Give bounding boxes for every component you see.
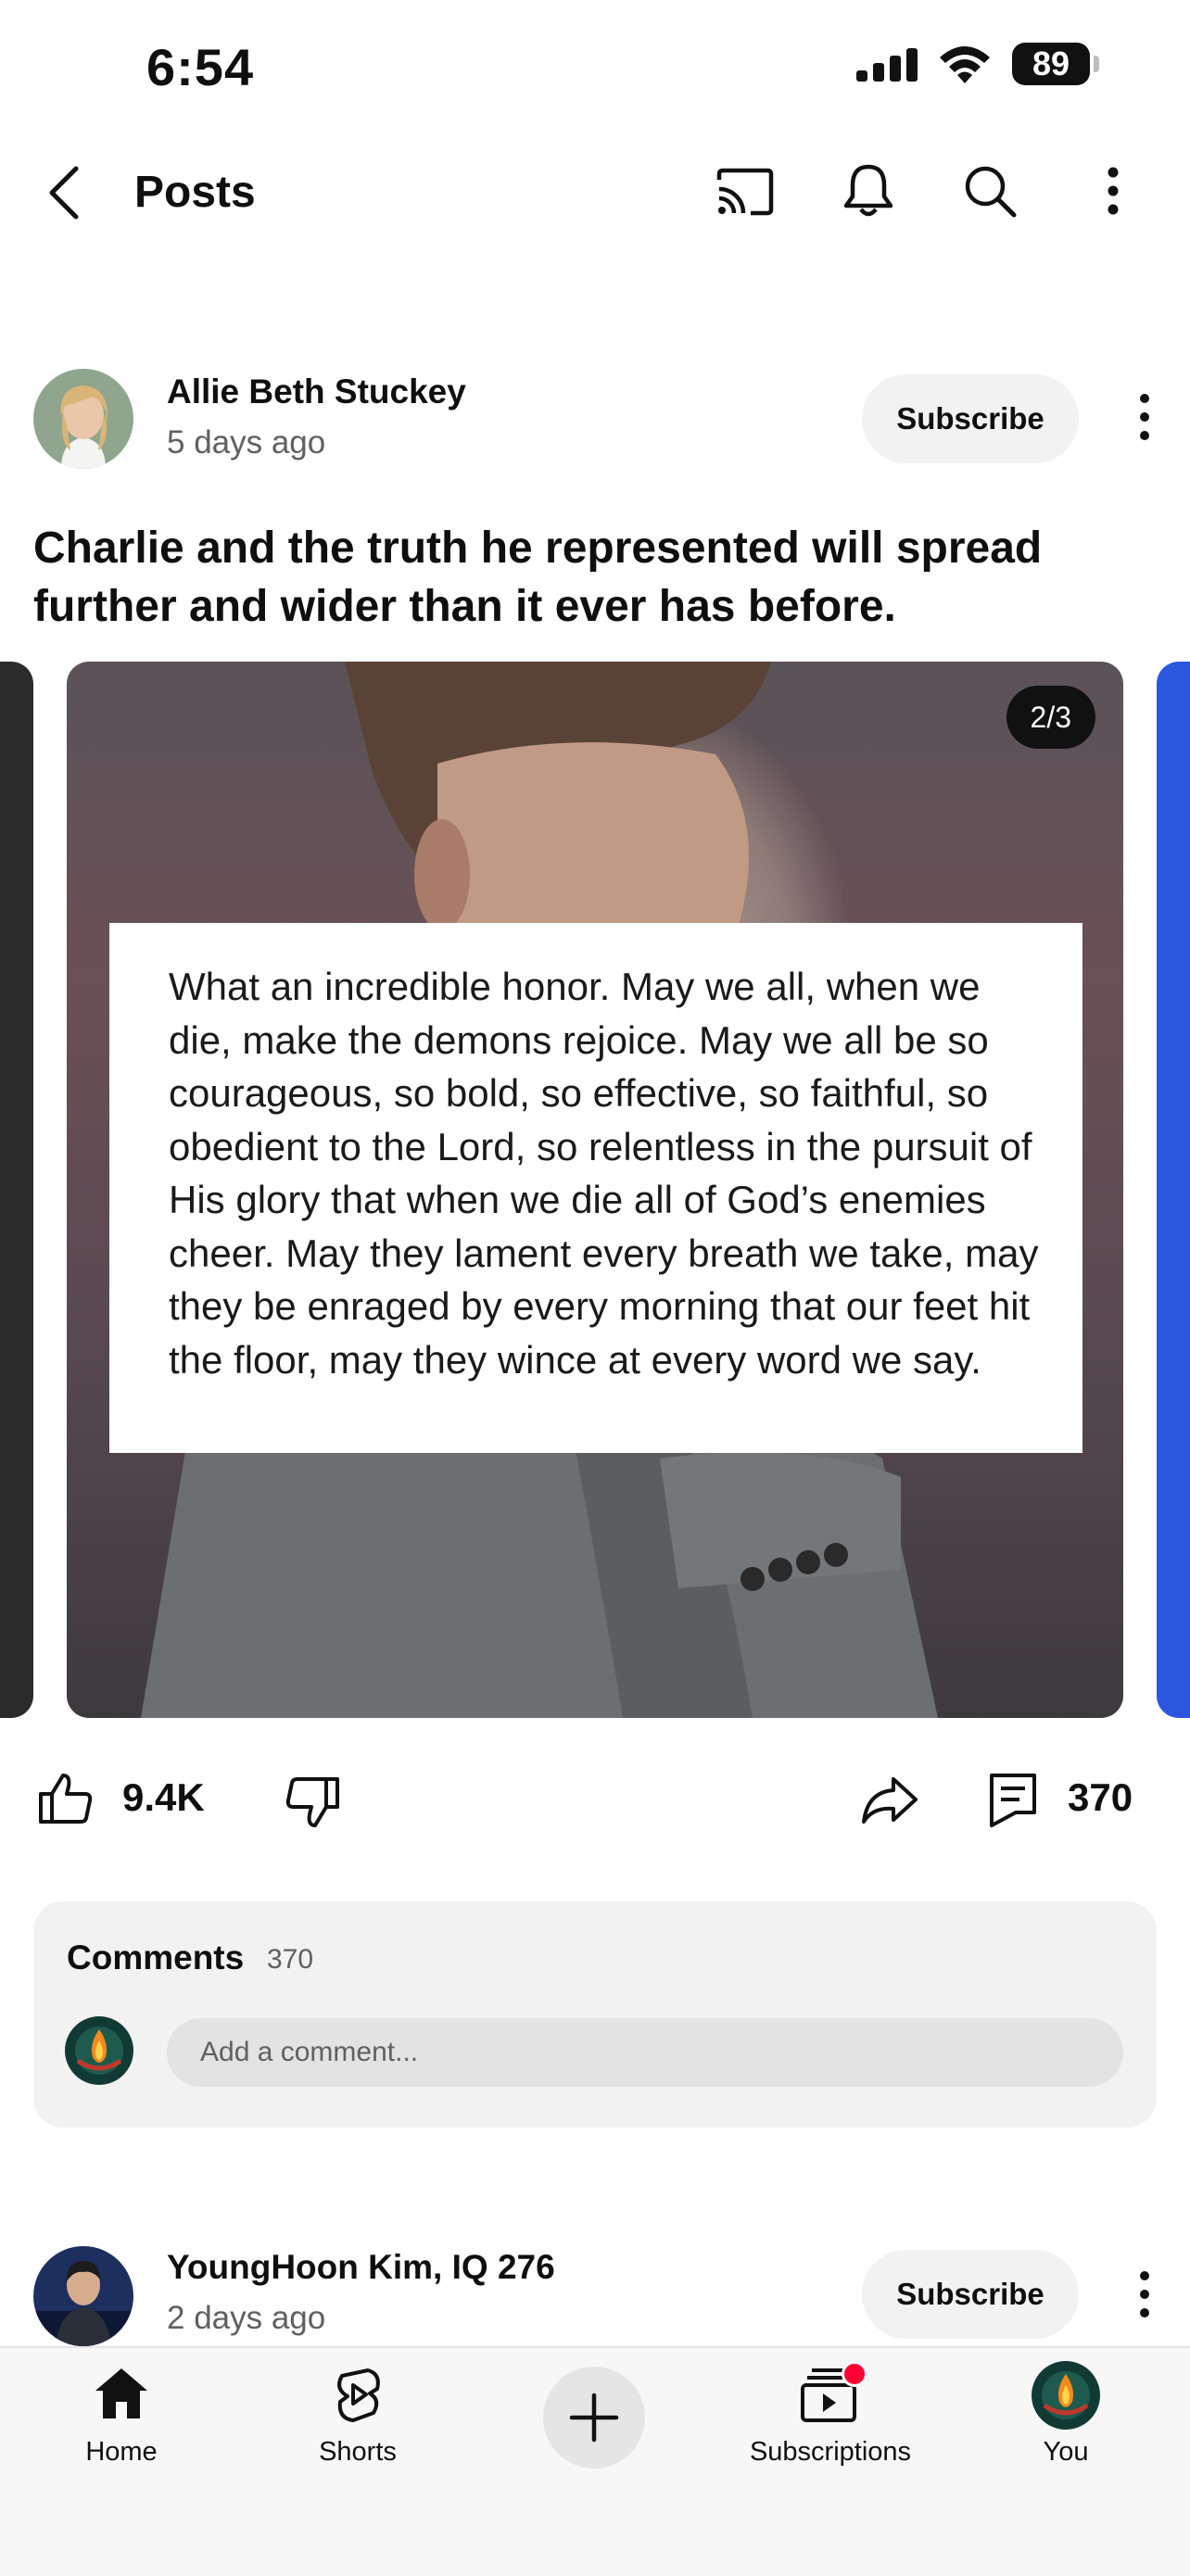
share-button[interactable] [860, 1774, 919, 1825]
like-button[interactable] [37, 1772, 95, 1825]
comments-section[interactable]: Comments 370 Add a comment... [33, 1901, 1157, 2128]
image-quote-card: What an incredible honor. May we all, wh… [109, 923, 1082, 1453]
notifications-bell-icon[interactable] [842, 161, 895, 219]
battery-icon: 89 [1012, 43, 1099, 85]
comments-title: Comments [67, 1938, 245, 1976]
comments-count: 370 [267, 1944, 314, 1975]
add-comment-input[interactable]: Add a comment... [167, 2018, 1123, 2087]
create-button[interactable] [543, 2367, 645, 2469]
cellular-signal-icon [856, 46, 921, 83]
next-post-menu-icon[interactable] [1133, 2270, 1157, 2318]
you-avatar [1032, 2361, 1100, 2430]
bottom-navigation: Home Shorts Subscriptions You [0, 2346, 1190, 2576]
like-count: 9.4K [122, 1775, 205, 1819]
nav-home-label: Home [85, 2437, 158, 2467]
search-icon[interactable] [962, 163, 1018, 219]
comment-count: 370 [1068, 1775, 1133, 1819]
post-time: 5 days ago [167, 424, 326, 461]
next-subscribe-button[interactable]: Subscribe [862, 2250, 1079, 2339]
subscribe-button[interactable]: Subscribe [862, 374, 1079, 463]
nav-you-label: You [1043, 2437, 1089, 2467]
dislike-button[interactable] [284, 1775, 341, 1829]
nav-you[interactable]: You [973, 2361, 1158, 2468]
post-text: Charlie and the truth he represented wil… [33, 524, 1043, 631]
nav-home[interactable]: Home [0, 2365, 243, 2468]
cast-icon[interactable] [715, 167, 775, 217]
author-avatar[interactable] [33, 369, 133, 469]
next-post-author-name[interactable]: YoungHoon Kim, IQ 276 [167, 2248, 555, 2287]
page-title: Posts [134, 168, 256, 217]
post-author-name[interactable]: Allie Beth Stuckey [167, 373, 466, 411]
back-button[interactable] [43, 163, 89, 222]
shorts-icon [337, 2368, 380, 2422]
user-avatar [65, 2016, 133, 2085]
plus-icon [569, 2393, 619, 2443]
status-time: 6:54 [146, 38, 255, 96]
post-image-slide[interactable]: 2/3 What an incredible honor. May we all… [67, 662, 1123, 1718]
more-options-icon[interactable] [1099, 167, 1127, 215]
next-post-time: 2 days ago [167, 2300, 326, 2336]
home-icon [95, 2368, 147, 2418]
next-author-avatar[interactable] [33, 2246, 133, 2346]
next-slide-peek[interactable] [1157, 662, 1190, 1718]
new-content-dot [842, 2361, 867, 2387]
post-menu-icon[interactable] [1133, 393, 1157, 441]
nav-subscriptions[interactable]: Subscriptions [691, 2361, 969, 2468]
battery-level: 89 [1012, 43, 1090, 85]
previous-slide-peek[interactable] [0, 662, 33, 1718]
wifi-icon [936, 44, 994, 85]
nav-shorts[interactable]: Shorts [219, 2365, 497, 2468]
comments-icon[interactable] [988, 1772, 1038, 1827]
image-counter-badge: 2/3 [1006, 686, 1095, 749]
nav-shorts-label: Shorts [319, 2437, 397, 2467]
nav-subscriptions-label: Subscriptions [749, 2437, 912, 2467]
